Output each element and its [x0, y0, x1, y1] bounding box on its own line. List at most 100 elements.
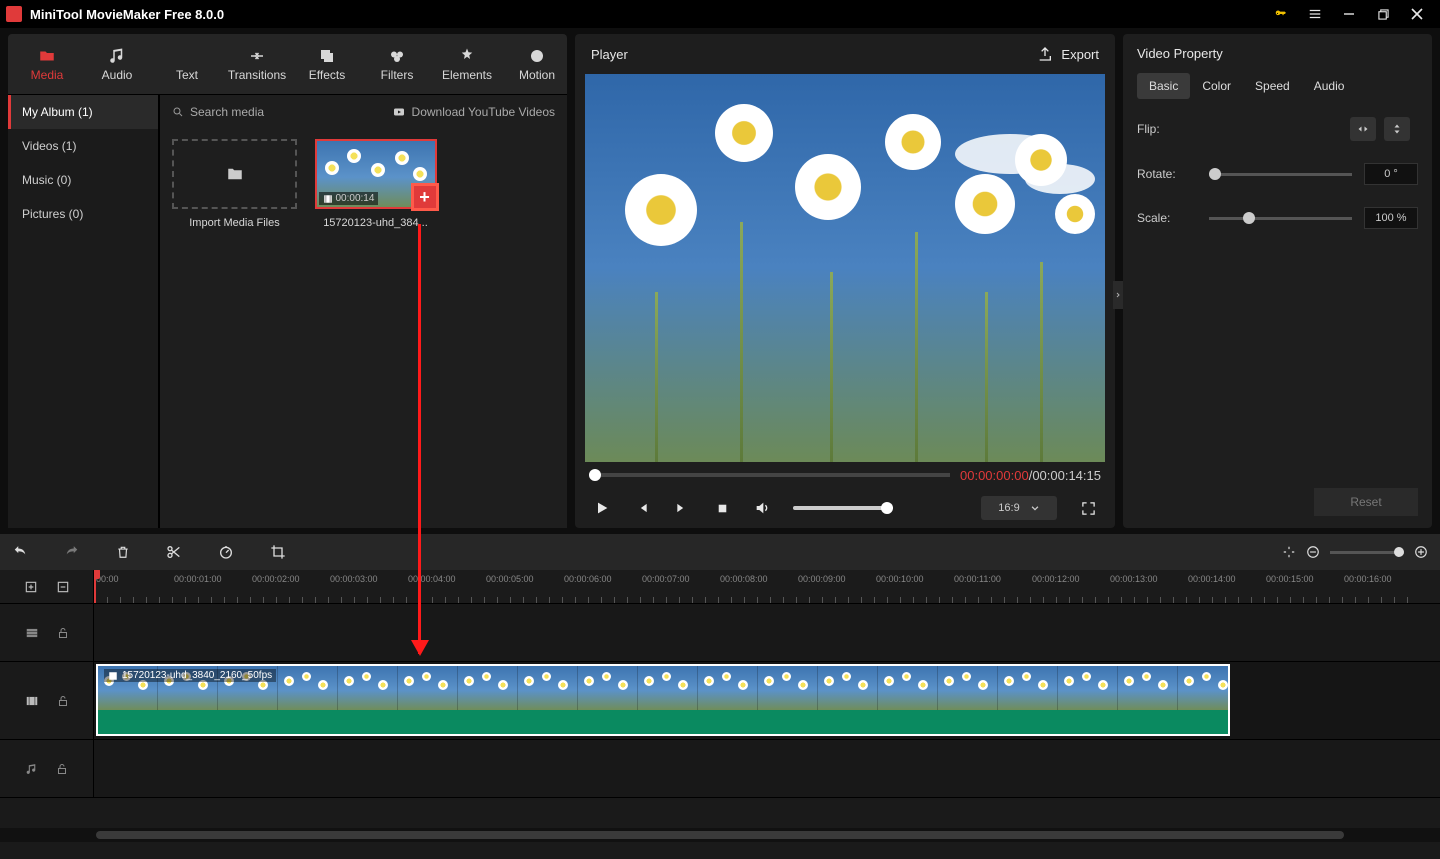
undo-button[interactable] — [12, 545, 28, 559]
flip-horizontal-button[interactable] — [1350, 117, 1376, 141]
add-marker-icon[interactable] — [24, 580, 38, 594]
ribbon-tab-motion[interactable]: Motion — [502, 36, 572, 92]
auto-fit-button[interactable] — [1282, 545, 1296, 559]
track-video: 15720123-uhd_3840_2160_50fps — [0, 662, 1440, 740]
timecode-total: 00:00:14:15 — [1032, 468, 1101, 483]
search-input[interactable]: Search media — [190, 105, 264, 119]
maximize-button[interactable] — [1366, 0, 1400, 28]
timeline-scrollbar[interactable] — [0, 828, 1440, 842]
export-icon — [1037, 46, 1053, 62]
app-title: MiniTool MovieMaker Free 8.0.0 — [30, 7, 1264, 22]
property-tabs: BasicColorSpeedAudio — [1137, 73, 1418, 99]
property-tab-audio[interactable]: Audio — [1302, 73, 1357, 99]
rotate-slider[interactable] — [1209, 173, 1352, 176]
zoom-in-button[interactable] — [1414, 545, 1428, 559]
player-title: Player — [591, 47, 628, 62]
scale-value[interactable]: 100 % — [1364, 207, 1418, 229]
timecode-current: 00:00:00:00 — [960, 468, 1029, 483]
zoom-slider[interactable] — [1330, 551, 1404, 554]
media-library: MediaAudioTextTransitionsEffectsFiltersE… — [8, 34, 567, 528]
download-youtube-label: Download YouTube Videos — [412, 105, 555, 119]
video-track-icon — [25, 694, 39, 708]
clip-name: 15720123-uhd_384... — [323, 217, 428, 229]
delete-button[interactable] — [116, 544, 130, 560]
lock-icon[interactable] — [56, 762, 68, 776]
film-strip-icon — [25, 626, 39, 640]
titlebar: MiniTool MovieMaker Free 8.0.0 — [0, 0, 1440, 28]
album-item[interactable]: Videos (1) — [8, 129, 158, 163]
ribbon-tab-text[interactable]: Text — [152, 36, 222, 92]
album-item[interactable]: Music (0) — [8, 163, 158, 197]
remove-marker-icon[interactable] — [56, 580, 70, 594]
media-clip[interactable]: 00:00:14 + 15720123-uhd_384... — [313, 139, 438, 229]
ribbon-tab-audio[interactable]: Audio — [82, 36, 152, 92]
lock-icon[interactable] — [57, 694, 69, 708]
download-youtube-link[interactable]: Download YouTube Videos — [392, 105, 555, 119]
search-icon — [172, 106, 184, 118]
preview-viewport[interactable] — [585, 74, 1105, 462]
album-item[interactable]: My Album (1) — [8, 95, 158, 129]
ribbon-tab-effects[interactable]: Effects — [292, 36, 362, 92]
scale-slider[interactable] — [1209, 217, 1352, 220]
album-sidebar: My Album (1)Videos (1)Music (0)Pictures … — [8, 95, 158, 528]
prev-frame-button[interactable] — [633, 499, 651, 517]
track-overlay — [0, 604, 1440, 662]
property-tab-speed[interactable]: Speed — [1243, 73, 1302, 99]
export-label: Export — [1061, 47, 1099, 62]
youtube-icon — [392, 106, 406, 118]
play-button[interactable] — [593, 499, 611, 517]
volume-slider[interactable] — [793, 506, 893, 510]
time-ruler[interactable]: 00:0000:00:01:0000:00:02:0000:00:03:0000… — [94, 570, 1440, 603]
export-button[interactable]: Export — [1037, 46, 1099, 62]
activate-icon[interactable] — [1264, 0, 1298, 28]
ribbon-tab-transitions[interactable]: Transitions — [222, 36, 292, 92]
reset-button[interactable]: Reset — [1314, 488, 1418, 516]
folder-icon — [224, 165, 246, 183]
next-frame-button[interactable] — [673, 499, 691, 517]
aspect-ratio-select[interactable]: 16:9 — [981, 496, 1057, 520]
flip-vertical-button[interactable] — [1384, 117, 1410, 141]
minimize-button[interactable] — [1332, 0, 1366, 28]
menu-icon[interactable] — [1298, 0, 1332, 28]
close-button[interactable] — [1400, 0, 1434, 28]
track-head-tools — [0, 570, 94, 603]
properties-title: Video Property — [1137, 46, 1418, 61]
rotate-label: Rotate: — [1137, 167, 1197, 181]
crop-button[interactable] — [270, 544, 286, 560]
split-button[interactable] — [166, 544, 182, 560]
clip-duration: 00:00:14 — [336, 193, 375, 204]
stop-button[interactable] — [713, 499, 731, 517]
property-tab-basic[interactable]: Basic — [1137, 73, 1190, 99]
timeline: 00:0000:00:01:0000:00:02:0000:00:03:0000… — [0, 534, 1440, 859]
chevron-down-icon — [1030, 503, 1040, 513]
timeline-clip[interactable]: 15720123-uhd_3840_2160_50fps — [96, 664, 1230, 736]
seek-bar[interactable] — [589, 473, 950, 477]
add-clip-button[interactable]: + — [411, 183, 439, 211]
playhead[interactable] — [94, 570, 96, 603]
fullscreen-button[interactable] — [1079, 499, 1097, 517]
zoom-out-button[interactable] — [1306, 545, 1320, 559]
rotate-value[interactable]: 0 ° — [1364, 163, 1418, 185]
property-tab-color[interactable]: Color — [1190, 73, 1243, 99]
import-media-button[interactable]: Import Media Files — [172, 139, 297, 229]
app-logo-icon — [6, 6, 22, 22]
import-media-label: Import Media Files — [189, 217, 279, 229]
volume-icon[interactable] — [753, 499, 771, 517]
collapse-panel-button[interactable] — [1113, 281, 1123, 309]
ribbon-tab-media[interactable]: Media — [12, 36, 82, 92]
redo-button[interactable] — [64, 545, 80, 559]
ribbon-tabs: MediaAudioTextTransitionsEffectsFiltersE… — [8, 34, 567, 94]
film-icon — [108, 671, 118, 681]
annotation-arrow — [418, 224, 421, 654]
track-audio — [0, 740, 1440, 798]
ribbon-tab-elements[interactable]: Elements — [432, 36, 502, 92]
ribbon-tab-filters[interactable]: Filters — [362, 36, 432, 92]
lock-icon[interactable] — [57, 626, 69, 640]
aspect-ratio-label: 16:9 — [998, 502, 1019, 514]
film-icon — [323, 194, 333, 204]
properties-panel: Video Property BasicColorSpeedAudio Flip… — [1123, 34, 1432, 528]
flip-label: Flip: — [1137, 122, 1197, 136]
album-item[interactable]: Pictures (0) — [8, 197, 158, 231]
speed-button[interactable] — [218, 544, 234, 560]
timeline-clip-name: 15720123-uhd_3840_2160_50fps — [122, 670, 272, 681]
